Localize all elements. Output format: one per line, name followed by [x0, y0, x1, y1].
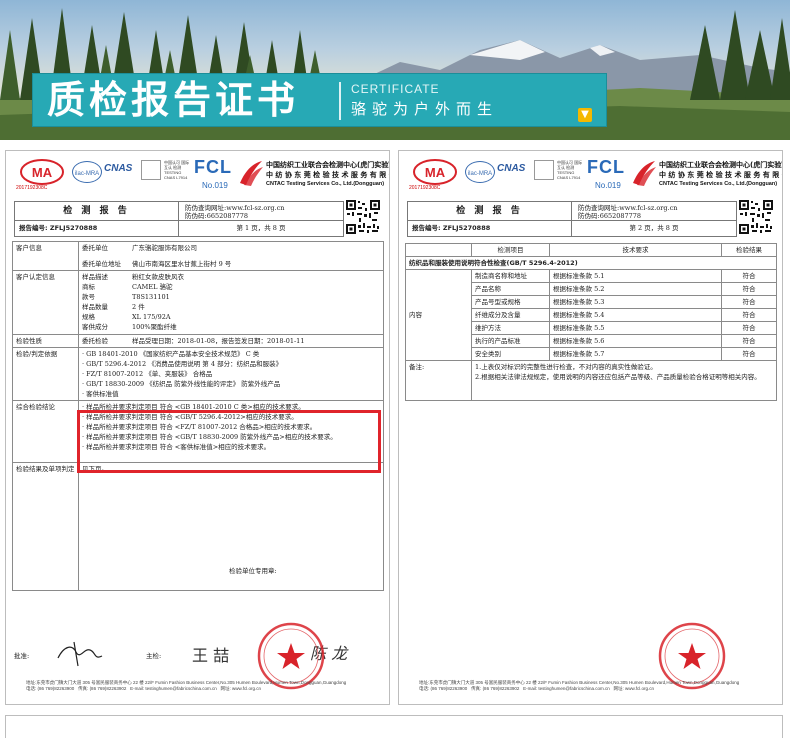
cma-number: 2017192308C	[409, 185, 441, 191]
anti-fake-info: 防伪查询网址:www.fcl-sz.org.cn 防伪码:6652087778	[572, 201, 737, 221]
content-label: 内容	[405, 269, 472, 361]
page-title: 质检报告证书	[47, 77, 300, 122]
fcl-number: No.019	[595, 181, 621, 190]
header-banner: 质检报告证书 CERTIFICATE 骆驼为户外而生 ▼	[0, 0, 790, 140]
inspection-nature: 委托检验 样品受理日期：2018-01-08，报告签发日期：2018-01-11	[78, 334, 384, 348]
header-logos: MA 2017192308C ilac-MRA CNAS 中国认可 国际互认 检…	[409, 157, 782, 195]
accreditation-mark	[534, 160, 554, 180]
lab-name-cn: 中国纺织工业联合会检测中心(虎门实验室)	[659, 161, 783, 169]
conclusion-label: 综合检验结论	[12, 400, 79, 463]
title-bar: 质检报告证书 CERTIFICATE 骆驼为户外而生 ▼	[32, 73, 607, 127]
col-result-header: 检验结果	[721, 243, 777, 257]
sample-info: 样品描述 粉红女款皮肤风衣 商标 CAMEL 骆驼 款号 T8S131101 样品数量…	[78, 270, 384, 335]
report-number: 报告编号: ZFLJ5270888	[407, 221, 572, 237]
chevron-down-icon[interactable]: ▼	[578, 108, 592, 122]
table-row: 内容 制造商名称和地址 根据标准条款 5.1 符合	[405, 269, 777, 361]
client-info: 委托单位 广东骆驼服饰有限公司 委托单位地址 佛山市南海区里水甘蕉上街村 9 号	[78, 241, 384, 271]
svg-text:MA: MA	[32, 165, 53, 180]
ilac-mra-logo: ilac-MRA	[72, 161, 102, 183]
certificate-label: CERTIFICATE	[351, 82, 440, 96]
col-req-header: 技术要求	[549, 243, 722, 257]
report-page-2: MA 2017192308C ilac-MRA CNAS 中国认可 国际互认 检…	[398, 150, 783, 705]
client-info-label: 客户信息	[12, 241, 79, 271]
cntac-logo-icon	[633, 161, 656, 186]
footer-info: 地址:东莞市虎门镇大门大道 305 号富民服装商务中心 22 楼 22/F Fu…	[419, 680, 740, 691]
header-logos: MA 2017192308C ilac-MRA CNAS 中国认可 国际互认 检…	[16, 157, 389, 195]
reviewer-signature: 王 喆	[192, 646, 230, 665]
lab-name-cn-2: 中 纺 协 东 莞 检 验 技 术 服 务 有 限 公 司	[266, 171, 389, 179]
basis-list: · GB 18401-2010 《国家纺织产品基本安全技术规范》 C 类 · G…	[78, 347, 384, 401]
cma-number: 2017192308C	[16, 185, 48, 191]
ilac-mra-logo: ilac-MRA	[465, 161, 495, 183]
signature-area: 批准: 主检: 王 喆 陈 龙	[14, 636, 384, 676]
col-item-header: 检测项目	[471, 243, 550, 257]
basis-label: 检验/判定依据	[12, 347, 79, 401]
notes: 1.上表仅对标识的完整性进行检查，不对内容的真实性做验证。 2.根据相关法律法规…	[471, 360, 777, 401]
approver-label: 批准:	[14, 652, 30, 660]
page-number: 第 2 页，共 8 页	[572, 221, 737, 237]
section-title: 纺织品和服装使用说明符合性检查(GB/T 5296.4-2012)	[405, 256, 777, 270]
svg-text:MA: MA	[425, 165, 446, 180]
page-number: 第 1 页，共 8 页	[179, 221, 344, 237]
lab-name-en: CNTAC Testing Services Co., Ltd.(Donggua…	[659, 181, 778, 187]
lab-name-cn: 中国纺织工业联合会检测中心(虎门实验室)	[266, 161, 390, 169]
accreditation-mark	[141, 160, 161, 180]
cma-logo: MA	[413, 159, 457, 185]
title-divider	[339, 82, 341, 120]
svg-text:ilac-MRA: ilac-MRA	[75, 171, 99, 177]
table-header-row: 检测项目 技术要求 检验结果	[405, 243, 777, 257]
svg-text:ilac-MRA: ilac-MRA	[468, 171, 492, 177]
lab-name-cn-2: 中 纺 协 东 莞 检 验 技 术 服 务 有 限 公 司	[659, 171, 782, 179]
result-value: 见下页。 检验单位专用章:	[78, 462, 384, 591]
fcl-logo: FCL	[194, 157, 232, 177]
anti-fake-info: 防伪查询网址:www.fcl-sz.org.cn 防伪码:6652087778	[179, 201, 344, 221]
sample-info-label: 客户认定信息	[12, 270, 79, 335]
report-number: 报告编号: ZFLJ5270888	[14, 221, 179, 237]
report-header: 检 测 报 告 报告编号: ZFLJ5270888 防伪查询网址:www.fcl…	[14, 201, 344, 237]
cma-logo: MA	[20, 159, 64, 185]
note-label: 备注:	[405, 360, 472, 401]
cntac-logo-icon	[240, 161, 263, 186]
cnas-logo: CNAS	[104, 163, 133, 174]
next-certificate-card	[5, 715, 783, 738]
accreditation-caption: 中国认可 国际互认 检测 TESTING CNAS L7914	[557, 160, 583, 180]
report-title: 检 测 报 告	[407, 201, 572, 221]
inspection-nature-label: 检验性质	[12, 334, 79, 348]
accreditation-caption: 中国认可 国际互认 检测 TESTING CNAS L7914	[164, 160, 190, 180]
qr-code-icon	[738, 199, 774, 235]
report-title: 检 测 报 告	[14, 201, 179, 221]
brand-slogan: 骆驼为户外而生	[351, 100, 499, 118]
approver-signature	[57, 641, 103, 667]
reviewer-label: 主检:	[146, 652, 162, 660]
stamp-label: 检验单位专用章:	[229, 567, 277, 575]
results-table: 检测项目 技术要求 检验结果 纺织品和服装使用说明符合性检查(GB/T 5296…	[405, 243, 777, 401]
result-label: 检验结果及单项判定	[12, 462, 79, 591]
conclusion-highlight-box	[77, 410, 381, 473]
fcl-logo: FCL	[587, 157, 625, 177]
report-header: 检 测 报 告 报告编号: ZFLJ5270888 防伪查询网址:www.fcl…	[407, 201, 737, 237]
footer-info: 地址:东莞市虎门镇大门大道 305 号富民服装商务中心 22 楼 22/F Fu…	[26, 680, 347, 691]
fcl-number: No.019	[202, 181, 228, 190]
qr-code-icon	[345, 199, 381, 235]
cnas-logo: CNAS	[497, 163, 526, 174]
lab-name-en: CNTAC Testing Services Co., Ltd.(Donggua…	[266, 181, 385, 187]
